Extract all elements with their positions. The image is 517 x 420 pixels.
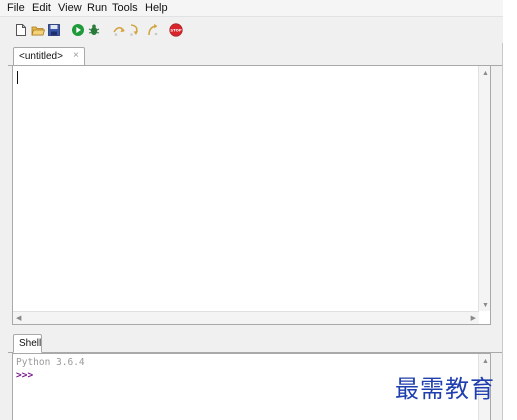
new-file-icon[interactable] [14,23,28,37]
editor-tab-bar: <untitled> × [8,46,502,66]
python-version-text: Python 3.6.4 [16,357,85,368]
scroll-up-arrow-icon[interactable]: ▲ [482,358,489,365]
shell-tab-label: Shell [19,338,42,349]
scroll-right-arrow-icon[interactable]: ▶ [471,315,476,322]
step-into-icon[interactable] [128,23,142,37]
save-icon[interactable] [47,23,61,37]
editor-vertical-scrollbar[interactable]: ▲ ▼ [478,66,490,311]
code-editor[interactable]: ▲ ▼ ◀ ▶ [12,65,491,325]
shell-prompt: >>> [16,370,34,381]
close-icon[interactable]: × [73,50,79,61]
menu-file[interactable]: File [7,2,25,15]
menu-bar: File Edit View Run Tools Help [0,0,503,17]
menu-run[interactable]: Run [87,2,107,15]
scroll-left-arrow-icon[interactable]: ◀ [16,315,21,322]
menu-edit[interactable]: Edit [32,2,51,15]
shell-tab-bar: Shell [8,333,502,353]
scroll-up-arrow-icon[interactable]: ▲ [482,70,489,77]
open-folder-icon[interactable] [31,23,46,37]
watermark-text: 最需教育 [395,375,495,403]
tab-shell[interactable]: Shell [13,334,42,353]
scroll-down-arrow-icon[interactable]: ▼ [482,302,489,309]
stop-icon[interactable]: STOP [169,23,183,37]
text-caret [17,71,18,84]
toolbar: STOP [0,17,503,43]
menu-view[interactable]: View [58,2,82,15]
tab-label: <untitled> [19,51,63,62]
debug-icon[interactable] [87,23,101,37]
tab-untitled[interactable]: <untitled> × [13,47,85,66]
run-icon[interactable] [71,23,85,37]
step-over-icon[interactable] [112,23,126,37]
menu-tools[interactable]: Tools [112,2,138,15]
stop-label: STOP [170,28,182,33]
step-out-icon[interactable] [145,23,159,37]
menu-help[interactable]: Help [145,2,168,15]
editor-horizontal-scrollbar[interactable]: ◀ ▶ [13,311,479,324]
thonny-window: File Edit View Run Tools Help STOP <unti… [0,0,503,420]
